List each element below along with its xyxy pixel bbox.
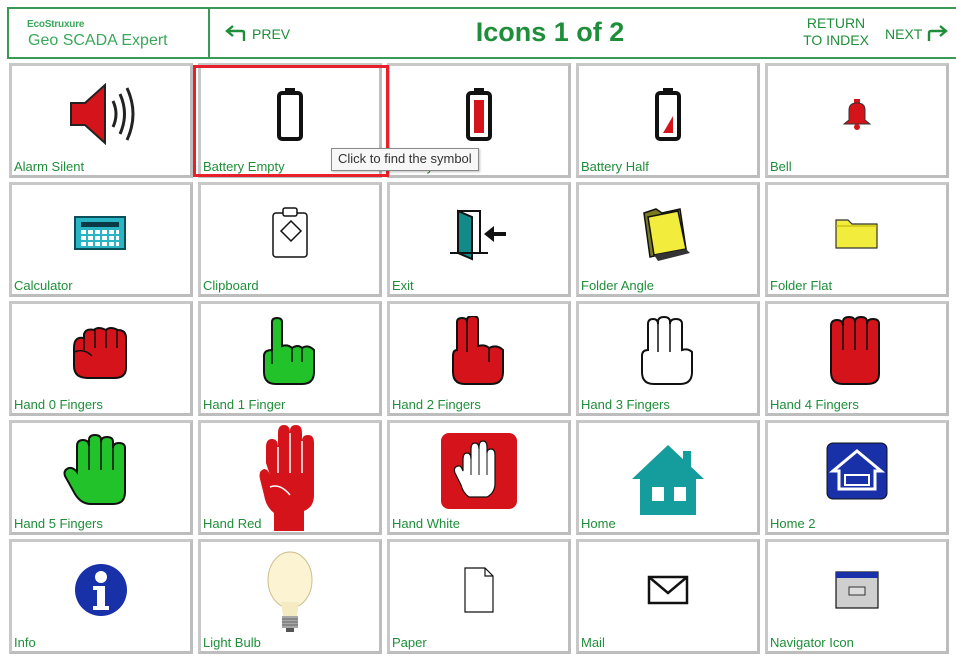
forward-arrow-icon <box>928 25 949 41</box>
icon-cell-mail[interactable]: Mail <box>576 539 760 654</box>
icon-label: Home <box>581 516 616 531</box>
hand-4-fingers-icon <box>830 315 880 385</box>
folder-angle-icon <box>643 207 690 261</box>
icon-cell-folder-angle[interactable]: Folder Angle <box>576 182 760 297</box>
icon-cell-home-2[interactable]: Home 2 <box>765 420 949 535</box>
icon-cell-home[interactable]: Home <box>576 420 760 535</box>
alarm-silent-icon <box>70 82 135 145</box>
bell-icon <box>842 98 872 130</box>
home-icon <box>632 445 704 515</box>
icon-label: Hand 2 Fingers <box>392 397 481 412</box>
icon-cell-alarm-silent[interactable]: Alarm Silent <box>9 63 193 178</box>
icon-cell-folder-flat[interactable]: Folder Flat <box>765 182 949 297</box>
hand-3-fingers-icon <box>641 315 693 385</box>
icon-label: Battery Empty <box>203 159 285 174</box>
icon-cell-hand-white[interactable]: Hand White <box>387 420 571 535</box>
mail-icon <box>647 575 689 604</box>
icon-label: Hand 5 Fingers <box>14 516 103 531</box>
icon-label: Hand 4 Fingers <box>770 397 859 412</box>
icon-cell-exit[interactable]: Exit <box>387 182 571 297</box>
info-icon <box>75 563 127 616</box>
icon-label: Clipboard <box>203 278 259 293</box>
icon-grid: Alarm Silent Battery Empty Battery Full <box>9 63 956 659</box>
logo-brand: EcoStruxure <box>27 19 85 30</box>
icon-cell-hand-2-fingers[interactable]: Hand 2 Fingers <box>387 301 571 416</box>
icon-label: Info <box>14 635 36 650</box>
icon-label: Calculator <box>14 278 73 293</box>
icon-label: Hand White <box>392 516 460 531</box>
hand-0-fingers-icon <box>73 326 127 379</box>
icon-label: Mail <box>581 635 605 650</box>
home-2-icon <box>826 442 888 499</box>
logo-product-name: Geo SCADA Expert <box>28 32 168 49</box>
icon-cell-hand-4-fingers[interactable]: Hand 4 Fingers <box>765 301 949 416</box>
calculator-icon <box>74 215 126 250</box>
back-arrow-icon <box>225 25 246 41</box>
icon-label: Hand 1 Finger <box>203 397 286 412</box>
hand-1-finger-icon <box>263 316 315 385</box>
battery-half-icon <box>655 87 681 141</box>
icon-cell-hand-red[interactable]: Hand Red <box>198 420 382 535</box>
next-label: NEXT <box>885 26 923 42</box>
hand-red-icon <box>259 425 314 531</box>
icon-cell-hand-1-finger[interactable]: Hand 1 Finger <box>198 301 382 416</box>
navigator-icon <box>835 570 879 609</box>
return-to-index-button[interactable]: RETURN TO INDEX <box>796 15 876 49</box>
paper-icon <box>464 566 494 613</box>
next-button[interactable]: NEXT <box>885 24 949 44</box>
icon-label: Navigator Icon <box>770 635 854 650</box>
prev-label: PREV <box>252 26 291 42</box>
icon-label: Hand Red <box>203 516 262 531</box>
prev-button[interactable]: PREV <box>224 24 290 44</box>
icon-cell-paper[interactable]: Paper <box>387 539 571 654</box>
icon-label: Exit <box>392 278 414 293</box>
page-title: Icons 1 of 2 <box>475 17 625 47</box>
icon-cell-info[interactable]: Info <box>9 539 193 654</box>
icon-cell-navigator[interactable]: Navigator Icon <box>765 539 949 654</box>
light-bulb-icon <box>267 551 313 632</box>
icon-label: Folder Angle <box>581 278 654 293</box>
logo: EcoStruxure Geo SCADA Expert <box>7 7 210 59</box>
icon-cell-calculator[interactable]: Calculator <box>9 182 193 297</box>
icon-label: Bell <box>770 159 792 174</box>
icon-cell-clipboard[interactable]: Clipboard <box>198 182 382 297</box>
icon-label: Light Bulb <box>203 635 261 650</box>
icon-cell-light-bulb[interactable]: Light Bulb <box>198 539 382 654</box>
icon-label: Hand 3 Fingers <box>581 397 670 412</box>
icon-label: Home 2 <box>770 516 816 531</box>
icon-cell-bell[interactable]: Bell <box>765 63 949 178</box>
battery-empty-icon <box>277 87 303 141</box>
exit-icon <box>450 208 506 261</box>
icon-label: Paper <box>392 635 427 650</box>
battery-full-icon <box>466 87 492 141</box>
folder-flat-icon <box>835 218 878 249</box>
tooltip: Click to find the symbol <box>331 148 479 171</box>
icon-cell-hand-5-fingers[interactable]: Hand 5 Fingers <box>9 420 193 535</box>
hand-2-fingers-icon <box>452 315 504 385</box>
icon-cell-hand-0-fingers[interactable]: Hand 0 Fingers <box>9 301 193 416</box>
icon-label: Alarm Silent <box>14 159 85 174</box>
icon-label: Hand 0 Fingers <box>14 397 103 412</box>
icon-cell-hand-3-fingers[interactable]: Hand 3 Fingers <box>576 301 760 416</box>
clipboard-icon <box>272 206 308 258</box>
icon-label: Folder Flat <box>770 278 833 293</box>
hand-5-fingers-icon <box>63 433 126 505</box>
hand-white-icon <box>441 432 517 509</box>
icon-label: Battery Half <box>581 159 649 174</box>
icon-cell-battery-half[interactable]: Battery Half <box>576 63 760 178</box>
